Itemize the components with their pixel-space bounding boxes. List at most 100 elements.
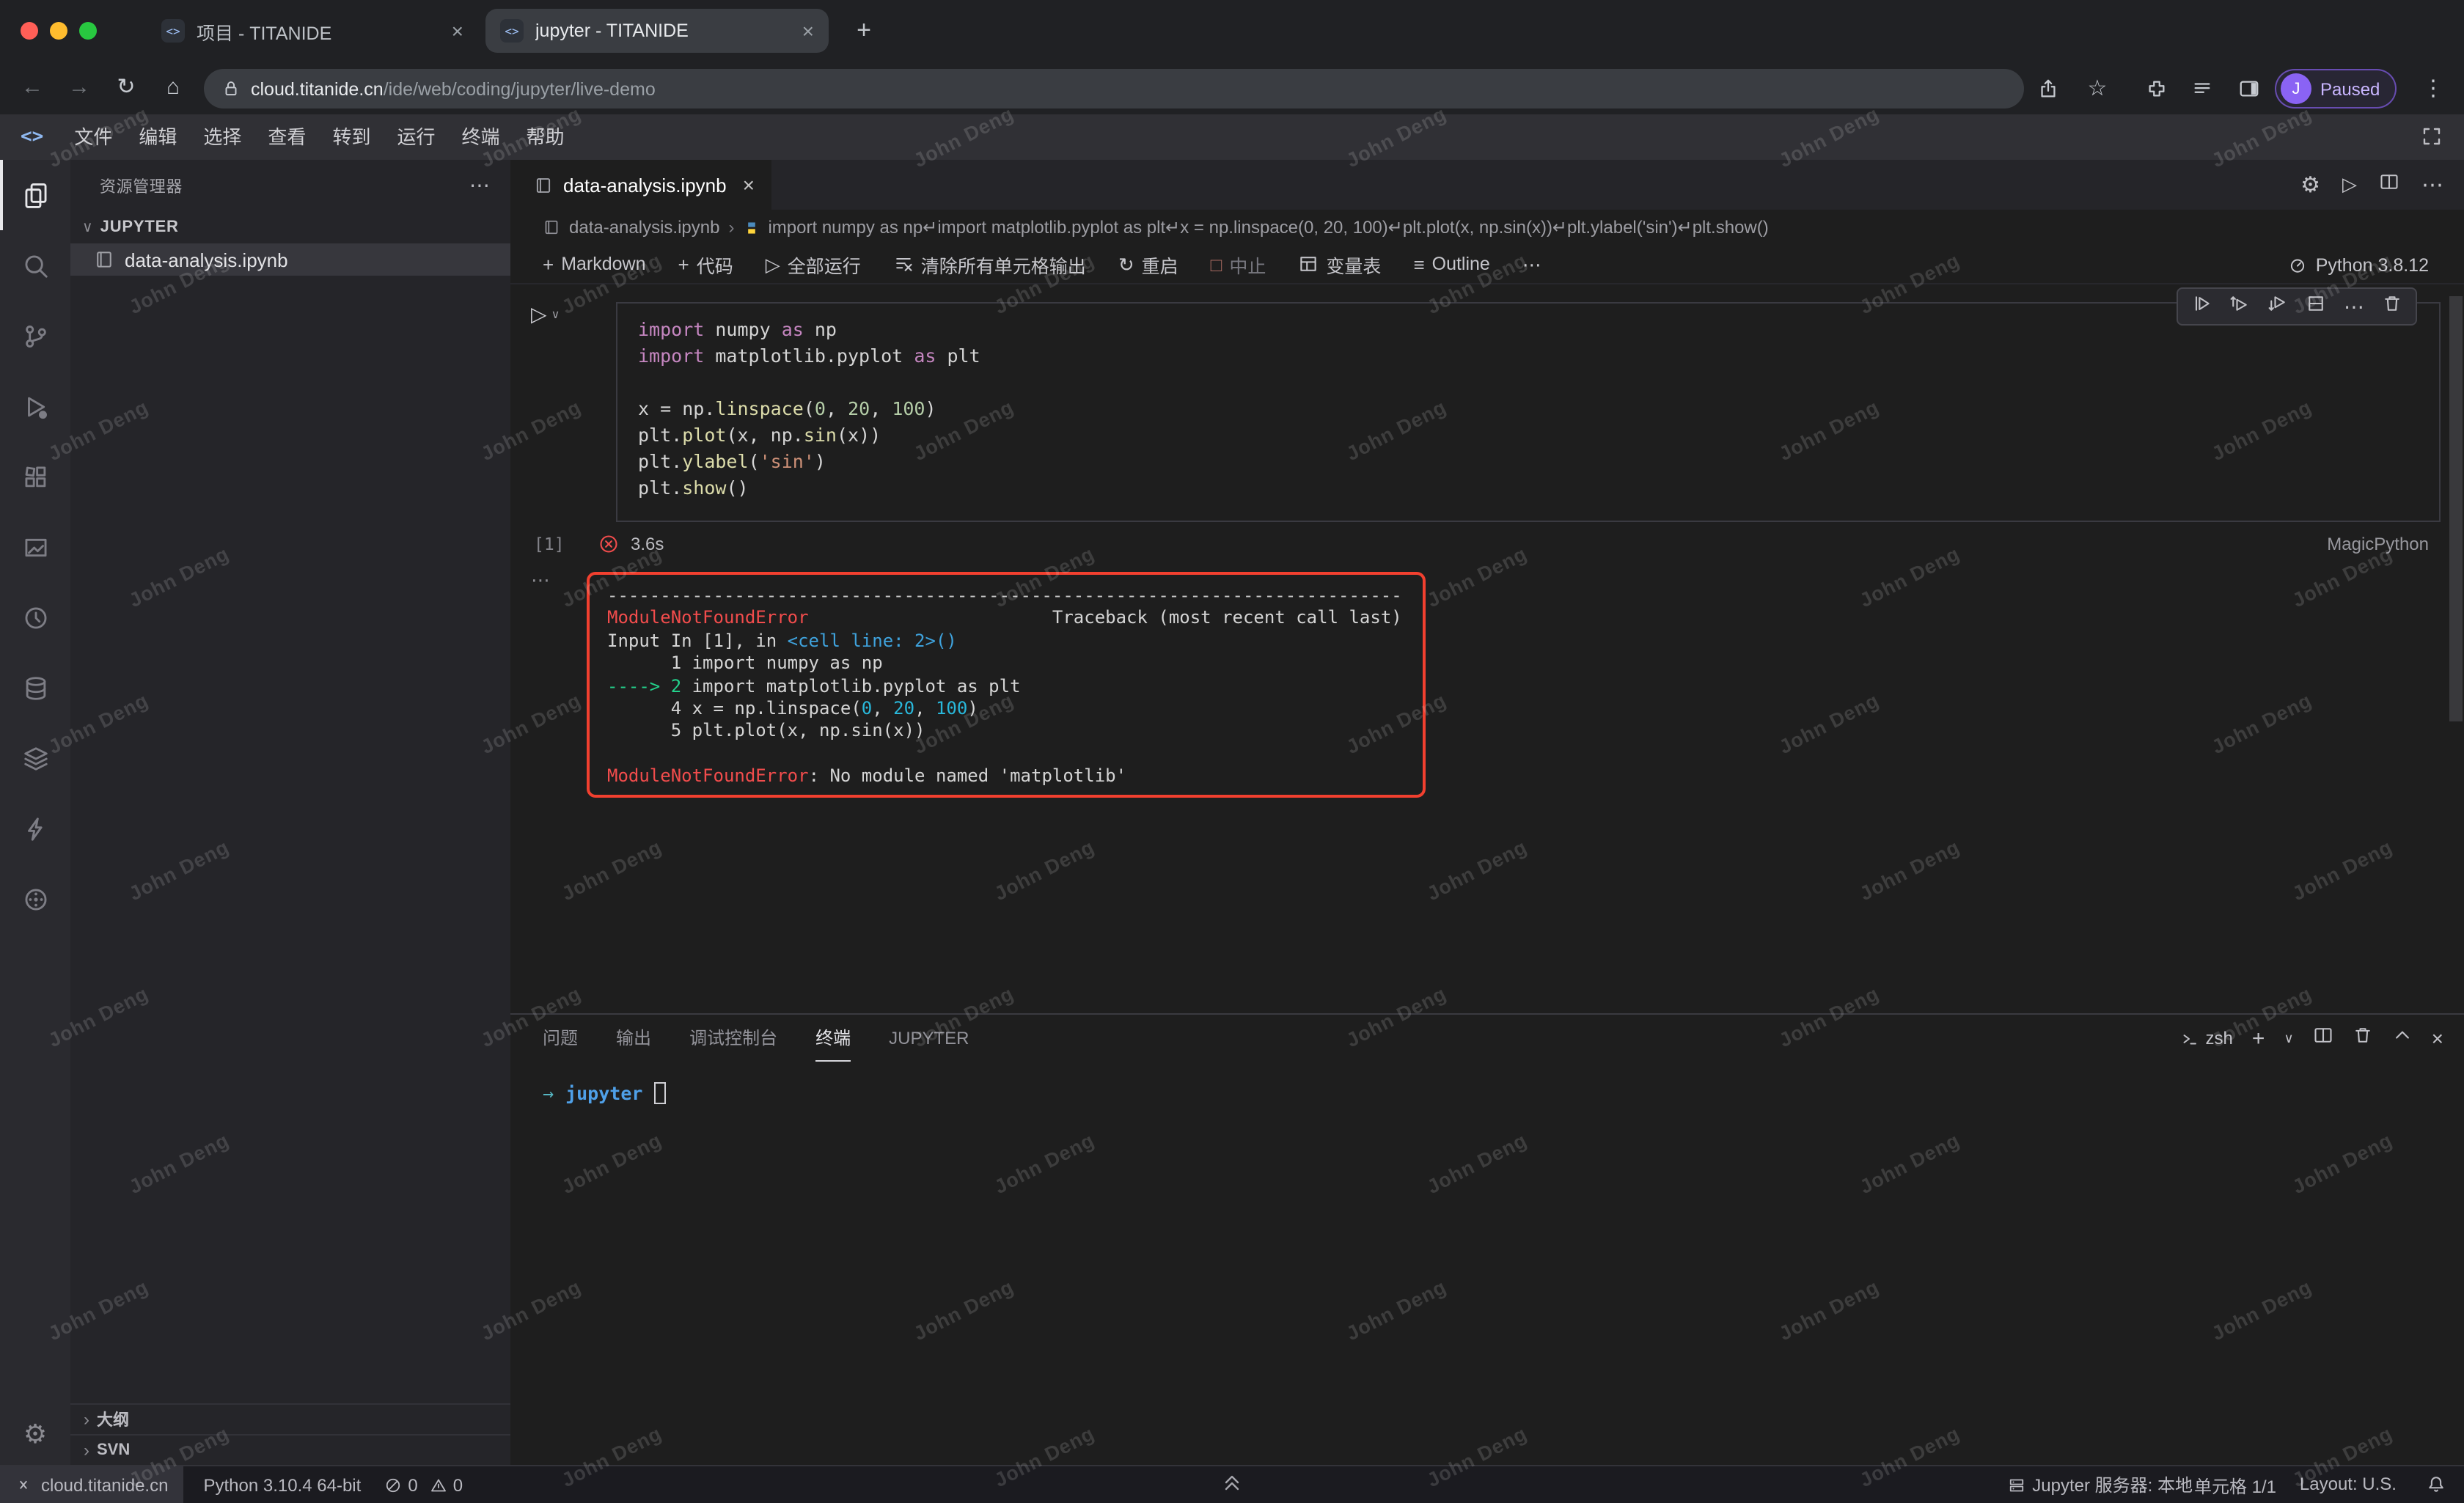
bookmark-star-icon[interactable]: ☆ (2081, 72, 2113, 104)
layers-icon[interactable] (0, 723, 70, 793)
cell-editor[interactable]: import numpy as npimport matplotlib.pypl… (616, 302, 2441, 522)
share-icon[interactable] (2031, 72, 2064, 104)
reload-button[interactable]: ↻ (106, 62, 147, 114)
tab-terminal[interactable]: 终端 (815, 1015, 851, 1062)
tab-output[interactable]: 输出 (616, 1015, 651, 1062)
menu-terminal[interactable]: 终端 (449, 114, 513, 160)
browser-tab-jupyter[interactable]: <> jupyter - TITANIDE × (485, 9, 829, 53)
window-close-button[interactable] (21, 22, 38, 40)
execute-below-button[interactable] (2260, 293, 2295, 320)
breadcrumb[interactable]: data-analysis.ipynb › import numpy as np… (510, 210, 2464, 245)
problems-indicator[interactable]: 0 0 (384, 1474, 463, 1495)
cell-language-indicator[interactable]: MagicPython (2327, 534, 2429, 554)
restart-kernel-button[interactable]: ↻重启 (1107, 244, 1190, 284)
run-all-button[interactable]: ▷全部运行 (754, 244, 873, 284)
browser-tab-project[interactable]: <> 项目 - TITANIDE × (147, 9, 478, 53)
extensions-puzzle-icon[interactable] (2140, 72, 2172, 104)
kernel-picker[interactable]: Python 3.8.12 (2288, 245, 2429, 284)
database-icon[interactable] (0, 653, 70, 723)
cell-indicator[interactable]: 单元格 1/1 (2194, 1474, 2276, 1499)
expand-panel-button[interactable] (1209, 1469, 1255, 1497)
run-debug-icon[interactable] (0, 371, 70, 441)
sparkle-circle-icon[interactable] (0, 864, 70, 934)
new-tab-button[interactable]: + (845, 12, 883, 50)
new-terminal-button[interactable]: + (2252, 1026, 2265, 1051)
tab-debug-console[interactable]: 调试控制台 (689, 1015, 777, 1062)
interrupt-button[interactable]: □中止 (1199, 244, 1278, 284)
gear-icon[interactable]: ⚙ (2300, 172, 2320, 198)
menu-file[interactable]: 文件 (61, 114, 125, 160)
fullscreen-icon[interactable] (2420, 125, 2443, 155)
search-icon[interactable] (0, 230, 70, 301)
python-version[interactable]: Python 3.10.4 64-bit (203, 1474, 361, 1495)
sidebar-more-icon[interactable]: ⋯ (469, 173, 490, 198)
address-bar[interactable]: cloud.titanide.cn/ide/web/coding/jupyter… (204, 69, 2024, 109)
toolbar-more-icon[interactable]: ⋯ (1511, 244, 1553, 284)
terminal-shell-selector[interactable]: zsh (2179, 1028, 2233, 1048)
menu-go[interactable]: 转到 (319, 114, 384, 160)
back-button[interactable]: ← (12, 62, 53, 114)
output-gutter-more-icon[interactable]: ⋯ (531, 569, 550, 592)
lightning-icon[interactable] (0, 793, 70, 864)
source-control-icon[interactable] (0, 301, 70, 371)
split-cell-button[interactable] (2298, 293, 2333, 320)
sidebar-outline-section[interactable]: › 大纲 (70, 1403, 510, 1434)
terminal-dropdown-icon[interactable]: ∨ (2284, 1030, 2293, 1046)
tab-jupyter[interactable]: JUPYTER (889, 1015, 969, 1062)
sidebar-svn-section[interactable]: › SVN (70, 1434, 510, 1465)
home-button[interactable]: ⌂ (153, 62, 194, 114)
app-logo-icon[interactable]: <> (21, 126, 43, 148)
clear-outputs-button[interactable]: 清除所有单元格输出 (881, 244, 1098, 284)
reading-list-icon[interactable] (2185, 72, 2218, 104)
extensions-icon[interactable] (0, 441, 70, 512)
outline-button[interactable]: ≡Outline (1401, 244, 1501, 284)
terminal[interactable]: → jupyter (543, 1082, 666, 1104)
kill-terminal-button[interactable] (2353, 1024, 2373, 1052)
more-cell-actions-button[interactable]: ⋯ (2336, 294, 2372, 319)
split-editor-icon[interactable] (2379, 171, 2399, 199)
sidebar-section-jupyter[interactable]: ∨ JUPYTER (70, 211, 510, 243)
forward-button[interactable]: → (59, 62, 100, 114)
editor-tab[interactable]: data-analysis.ipynb × (510, 160, 772, 210)
run-by-line-button[interactable] (2184, 293, 2219, 320)
menu-edit[interactable]: 编辑 (125, 114, 190, 160)
history-clock-icon[interactable] (0, 582, 70, 653)
breadcrumb-file[interactable]: data-analysis.ipynb (569, 217, 719, 238)
split-terminal-button[interactable] (2313, 1024, 2333, 1052)
breadcrumb-cell-preview[interactable]: import numpy as np↵import matplotlib.pyp… (768, 217, 1768, 238)
menu-run[interactable]: 运行 (384, 114, 448, 160)
terminal-cursor (654, 1082, 666, 1104)
editor-tab-close-icon[interactable]: × (743, 173, 755, 196)
run-icon[interactable]: ▷ (2342, 173, 2357, 196)
remote-indicator[interactable]: cloud.titanide.cn (0, 1466, 183, 1503)
run-cell-button[interactable]: ▷∨ (531, 302, 560, 327)
add-code-button[interactable]: +代码 (667, 244, 745, 284)
media-preview-icon[interactable] (0, 512, 70, 582)
tab-close-icon[interactable]: × (802, 19, 814, 43)
execute-above-button[interactable] (2222, 293, 2257, 320)
tab-close-icon[interactable]: × (452, 19, 463, 43)
layout-indicator[interactable]: Layout: U.S. (2300, 1474, 2397, 1494)
add-markdown-button[interactable]: +Markdown (531, 244, 658, 284)
tab-problems[interactable]: 问题 (543, 1015, 578, 1062)
delete-cell-button[interactable] (2375, 293, 2410, 320)
explorer-icon[interactable] (0, 160, 70, 230)
settings-gear-icon[interactable]: ⚙ (0, 1399, 70, 1469)
browser-menu-icon[interactable]: ⋮ (2417, 72, 2449, 104)
window-zoom-button[interactable] (79, 22, 97, 40)
more-actions-icon[interactable]: ⋯ (2421, 172, 2443, 198)
close-panel-button[interactable]: × (2432, 1026, 2443, 1050)
sidebar-file-item[interactable]: data-analysis.ipynb (70, 243, 510, 276)
side-panel-icon[interactable] (2232, 72, 2265, 104)
menu-help[interactable]: 帮助 (513, 114, 578, 160)
notifications-bell-icon[interactable] (2426, 1474, 2446, 1499)
jupyter-server-status[interactable]: Jupyter 服务器: 本地 (2007, 1466, 2193, 1503)
chevron-right-icon: › (84, 1440, 89, 1460)
maximize-panel-button[interactable] (2392, 1024, 2413, 1052)
editor-scrollbar[interactable] (2449, 296, 2463, 721)
menu-selection[interactable]: 选择 (190, 114, 254, 160)
variables-button[interactable]: 变量表 (1286, 244, 1393, 284)
menu-view[interactable]: 查看 (254, 114, 319, 160)
window-minimize-button[interactable] (50, 22, 67, 40)
profile-chip[interactable]: J Paused (2275, 69, 2396, 109)
